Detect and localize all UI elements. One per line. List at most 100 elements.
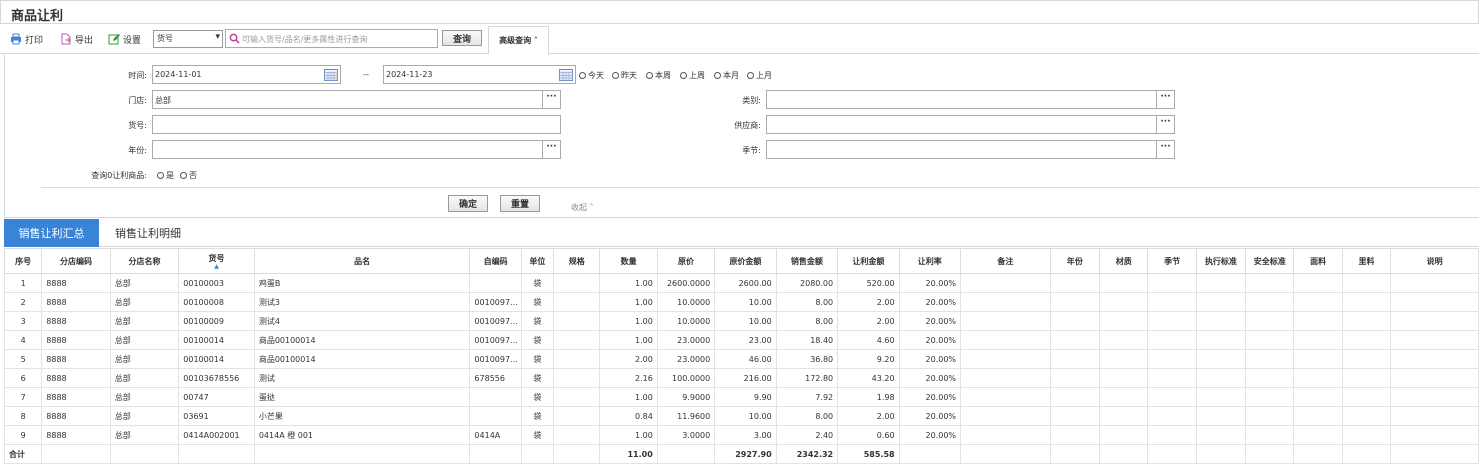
- column-header[interactable]: 面料: [1293, 248, 1343, 274]
- column-header[interactable]: 执行标准: [1195, 248, 1247, 274]
- date-from-value: 2024-11-01: [155, 70, 202, 79]
- column-header[interactable]: 单位: [520, 248, 555, 274]
- calendar-icon[interactable]: [324, 68, 338, 81]
- category-field[interactable]: ···: [766, 90, 1175, 109]
- more-icon[interactable]: ···: [542, 141, 560, 158]
- table-cell: [1195, 368, 1247, 388]
- table-cell: [1049, 311, 1101, 331]
- table-cell: [960, 387, 1051, 407]
- column-header[interactable]: 数量: [599, 248, 658, 274]
- table-row[interactable]: 9 8888 总部 0414A002001 0414A 橙 001 0414A 袋 1.00 3…: [3, 425, 1479, 445]
- radio-icon: [714, 72, 721, 79]
- search-input[interactable]: 可输入货号/品名/更多属性进行查询: [225, 29, 438, 48]
- table-row[interactable]: 8 8888 总部 03691 小芒果袋 0.84 11.9600 10.00 8.00 2.00…: [3, 406, 1479, 426]
- table-row[interactable]: 7 8888 总部 00747 蛋挞 袋 1.00 9.9000 9.90 7.92 1.98 20.…: [3, 387, 1479, 407]
- confirm-button[interactable]: 确定: [448, 195, 488, 212]
- settings-button[interactable]: 设置: [108, 32, 141, 46]
- column-header[interactable]: 分店编码: [41, 248, 111, 274]
- column-header[interactable]: 销售金额: [775, 248, 839, 274]
- search-field-select[interactable]: 货号 ▾: [153, 30, 223, 48]
- table-cell: 03691: [178, 406, 255, 426]
- table-cell: 00100003: [178, 273, 255, 293]
- radio-icon: [180, 172, 187, 179]
- collapse-link[interactable]: 收起 ˄: [571, 202, 594, 213]
- radio-icon: [157, 172, 164, 179]
- more-icon[interactable]: ···: [1156, 116, 1174, 133]
- column-header[interactable]: 季节: [1147, 248, 1197, 274]
- quick-date-yesterday[interactable]: 昨天: [612, 70, 637, 81]
- edit-icon: [108, 34, 120, 45]
- column-header[interactable]: 安全标准: [1245, 248, 1295, 274]
- total-cell: [109, 444, 180, 464]
- table-cell: 0414A002001: [178, 425, 255, 445]
- column-header[interactable]: 品名: [253, 248, 471, 274]
- supplier-field[interactable]: ···: [766, 115, 1175, 134]
- quick-date-last-month[interactable]: 上月: [747, 70, 772, 81]
- calendar-icon[interactable]: [559, 68, 573, 81]
- column-header[interactable]: 自编码: [469, 248, 522, 274]
- tab-summary[interactable]: 销售让利汇总: [4, 219, 99, 247]
- table-row[interactable]: 3 8888 总部 00100009 测试4 0010097... 袋 1.00 10.0000…: [3, 311, 1479, 331]
- query-button[interactable]: 查询: [442, 30, 482, 46]
- column-header[interactable]: 备注: [960, 248, 1051, 274]
- column-header[interactable]: 让利率: [898, 248, 962, 274]
- table-row[interactable]: 4 8888 总部 00100014 商品00100014 0010097... 袋 1.00…: [3, 330, 1479, 350]
- export-button[interactable]: 导出: [60, 32, 93, 46]
- column-header[interactable]: 材质: [1099, 248, 1149, 274]
- column-header[interactable]: 分店名称: [109, 248, 180, 274]
- print-button[interactable]: 打印: [10, 32, 43, 46]
- quick-date-this-week[interactable]: 本周: [646, 70, 671, 81]
- table-cell: [469, 387, 522, 407]
- more-icon[interactable]: ···: [1156, 91, 1174, 108]
- table-cell: 23.0000: [656, 330, 716, 350]
- table-cell: 4.60: [837, 330, 900, 350]
- column-header[interactable]: 说明: [1390, 248, 1479, 274]
- itemno-field[interactable]: [152, 115, 561, 134]
- column-header[interactable]: 让利金额: [837, 248, 900, 274]
- table-cell: 总部: [109, 311, 180, 331]
- table-cell: [1390, 349, 1479, 369]
- table-cell: [1341, 425, 1392, 445]
- quick-date-last-week[interactable]: 上周: [680, 70, 705, 81]
- total-cell: 585.58: [837, 444, 900, 464]
- column-header[interactable]: 里料: [1341, 248, 1392, 274]
- season-field[interactable]: ···: [766, 140, 1175, 159]
- table-cell: [1390, 330, 1479, 350]
- table-row[interactable]: 5 8888 总部 00100014 商品00100014 0010097... 袋 2.00…: [3, 349, 1479, 369]
- store-label: 门店:: [128, 96, 147, 105]
- table-row[interactable]: 2 8888 总部 00100008 测试3 0010097... 袋 1.00 10.0000…: [3, 292, 1479, 312]
- sort-ascending-icon[interactable]: ▲: [179, 263, 254, 270]
- tab-detail[interactable]: 销售让利明细: [100, 219, 196, 247]
- column-header[interactable]: 年份: [1049, 248, 1101, 274]
- column-header[interactable]: 规格: [553, 248, 601, 274]
- table-cell: [1245, 349, 1295, 369]
- table-cell: 43.20: [837, 368, 900, 388]
- reset-button[interactable]: 重置: [500, 195, 540, 212]
- zero-discount-yes[interactable]: 是: [157, 170, 174, 181]
- column-header[interactable]: 序号: [3, 248, 43, 274]
- table-cell: 20.00%: [898, 387, 962, 407]
- column-header[interactable]: 原价金额: [714, 248, 777, 274]
- date-from-field[interactable]: 2024-11-01: [152, 65, 341, 84]
- year-field[interactable]: ···: [152, 140, 561, 159]
- table-cell: 0010097...: [469, 311, 522, 331]
- more-icon[interactable]: ···: [1156, 141, 1174, 158]
- store-field[interactable]: 总部 ···: [152, 90, 561, 109]
- more-icon[interactable]: ···: [542, 91, 560, 108]
- table-cell: 10.0000: [656, 311, 716, 331]
- table-row[interactable]: 6 8888 总部 00103678556 测试 678556 袋 2.16 100.0000 2…: [3, 368, 1479, 388]
- time-label: 时间:: [128, 71, 147, 80]
- date-to-field[interactable]: 2024-11-23: [383, 65, 576, 84]
- quick-date-today[interactable]: 今天: [579, 70, 604, 81]
- table-cell: [1099, 330, 1149, 350]
- column-header-itemno[interactable]: 货号 ▲: [178, 248, 255, 274]
- table-cell: 678556: [469, 368, 522, 388]
- advanced-search-tab[interactable]: 高级查询 ˄: [488, 26, 549, 55]
- table-cell: [1245, 311, 1295, 331]
- table-cell: [1341, 368, 1392, 388]
- zero-discount-no[interactable]: 否: [180, 170, 197, 181]
- column-header[interactable]: 原价: [656, 248, 716, 274]
- quick-date-this-month[interactable]: 本月: [714, 70, 739, 81]
- table-cell: 20.00%: [898, 425, 962, 445]
- table-row[interactable]: 1 8888 总部 00100003 鸡蛋B 袋 1.00 2600.0000 2600.00 2…: [3, 273, 1479, 293]
